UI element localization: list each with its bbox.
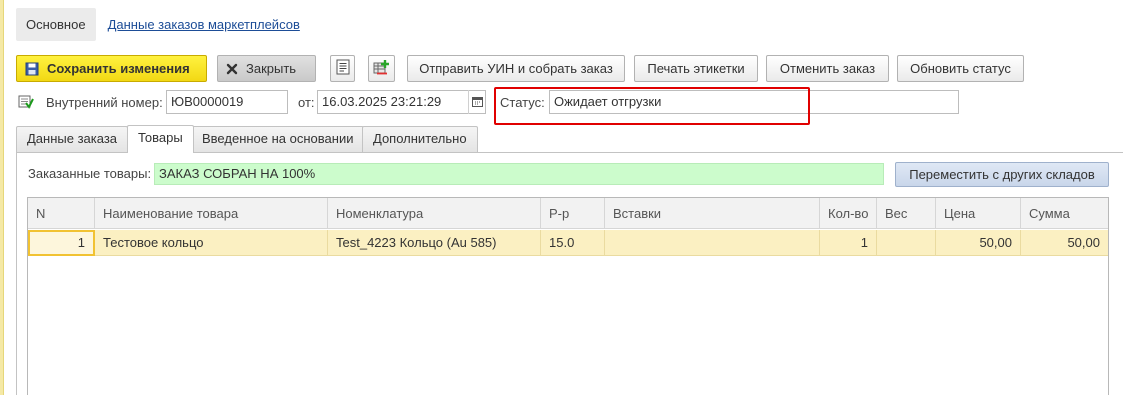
goods-status-field: ЗАКАЗ СОБРАН НА 100% [154,163,884,185]
date-from-label: от: [298,95,315,110]
ordered-goods-label: Заказанные товары: [28,166,152,181]
close-button-label: Закрыть [246,61,297,76]
save-button-label: Сохранить изменения [47,61,190,76]
date-value: 16.03.2025 23:21:29 [322,94,442,109]
column-header-inserts[interactable]: Вставки [605,198,820,229]
nav-link-marketplace-orders[interactable]: Данные заказов маркетплейсов [108,8,300,41]
tab-based-on[interactable]: Введенное на основании [191,126,365,152]
cell-qty[interactable]: 1 [820,230,877,256]
document-list-icon [336,59,350,78]
cell-inserts[interactable] [605,230,820,256]
left-edge-strip [0,0,4,395]
cell-size[interactable]: 15.0 [541,230,605,256]
cell-name[interactable]: Тестовое кольцо [95,230,328,256]
cell-n[interactable]: 1 [28,230,95,256]
floppy-disk-icon [25,62,39,76]
status-field[interactable]: Ожидает отгрузки [549,90,959,114]
column-header-sum[interactable]: Сумма [1021,198,1108,229]
cancel-order-button[interactable]: Отменить заказ [766,55,889,82]
tab-additional[interactable]: Дополнительно [362,126,478,152]
refresh-status-button[interactable]: Обновить статус [897,55,1024,82]
close-button[interactable]: Закрыть [217,55,316,82]
cell-weight[interactable] [877,230,936,256]
date-field[interactable]: 16.03.2025 23:21:29 [317,90,486,114]
internal-number-field[interactable]: ЮВ0000019 [166,90,288,114]
column-header-n[interactable]: N [28,198,95,229]
column-header-price[interactable]: Цена [936,198,1021,229]
send-uin-button[interactable]: Отправить УИН и собрать заказ [407,55,625,82]
add-row-button[interactable] [368,55,395,82]
calendar-icon [472,95,483,110]
table-row[interactable]: 1 Тестовое кольцо Test_4223 Кольцо (Au 5… [28,230,1108,256]
top-navigation: Основное Данные заказов маркетплейсов [16,8,300,41]
column-header-weight[interactable]: Вес [877,198,936,229]
order-header-fields: Внутренний номер: ЮВ0000019 от: 16.03.20… [16,87,1116,125]
internal-number-label: Внутренний номер: [46,95,163,110]
column-header-name[interactable]: Наименование товара [95,198,328,229]
move-from-other-warehouses-button[interactable]: Переместить с других складов [895,162,1109,187]
posted-document-icon [18,90,36,117]
tab-order-data[interactable]: Данные заказа [16,126,129,152]
cell-sum[interactable]: 50,00 [1021,230,1108,256]
print-labels-button[interactable]: Печать этикетки [634,55,758,82]
column-header-qty[interactable]: Кол-во [820,198,877,229]
goods-table: N Наименование товара Номенклатура Р-р В… [27,197,1109,395]
column-header-nomenclature[interactable]: Номенклатура [328,198,541,229]
ordered-goods-row: Заказанные товары: ЗАКАЗ СОБРАН НА 100% … [28,162,1113,187]
close-icon [226,63,238,75]
add-row-icon [373,59,391,78]
calendar-button[interactable] [468,90,486,114]
status-label: Статус: [500,95,545,110]
column-header-size[interactable]: Р-р [541,198,605,229]
cell-nomenclature[interactable]: Test_4223 Кольцо (Au 585) [328,230,541,256]
tab-bar: Данные заказа Товары Введенное на основа… [16,125,1116,153]
table-header: N Наименование товара Номенклатура Р-р В… [28,198,1108,229]
document-list-button[interactable] [330,55,355,82]
save-button[interactable]: Сохранить изменения [16,55,207,82]
cell-price[interactable]: 50,00 [936,230,1021,256]
nav-tab-main[interactable]: Основное [16,8,96,41]
tab-goods[interactable]: Товары [127,125,194,153]
